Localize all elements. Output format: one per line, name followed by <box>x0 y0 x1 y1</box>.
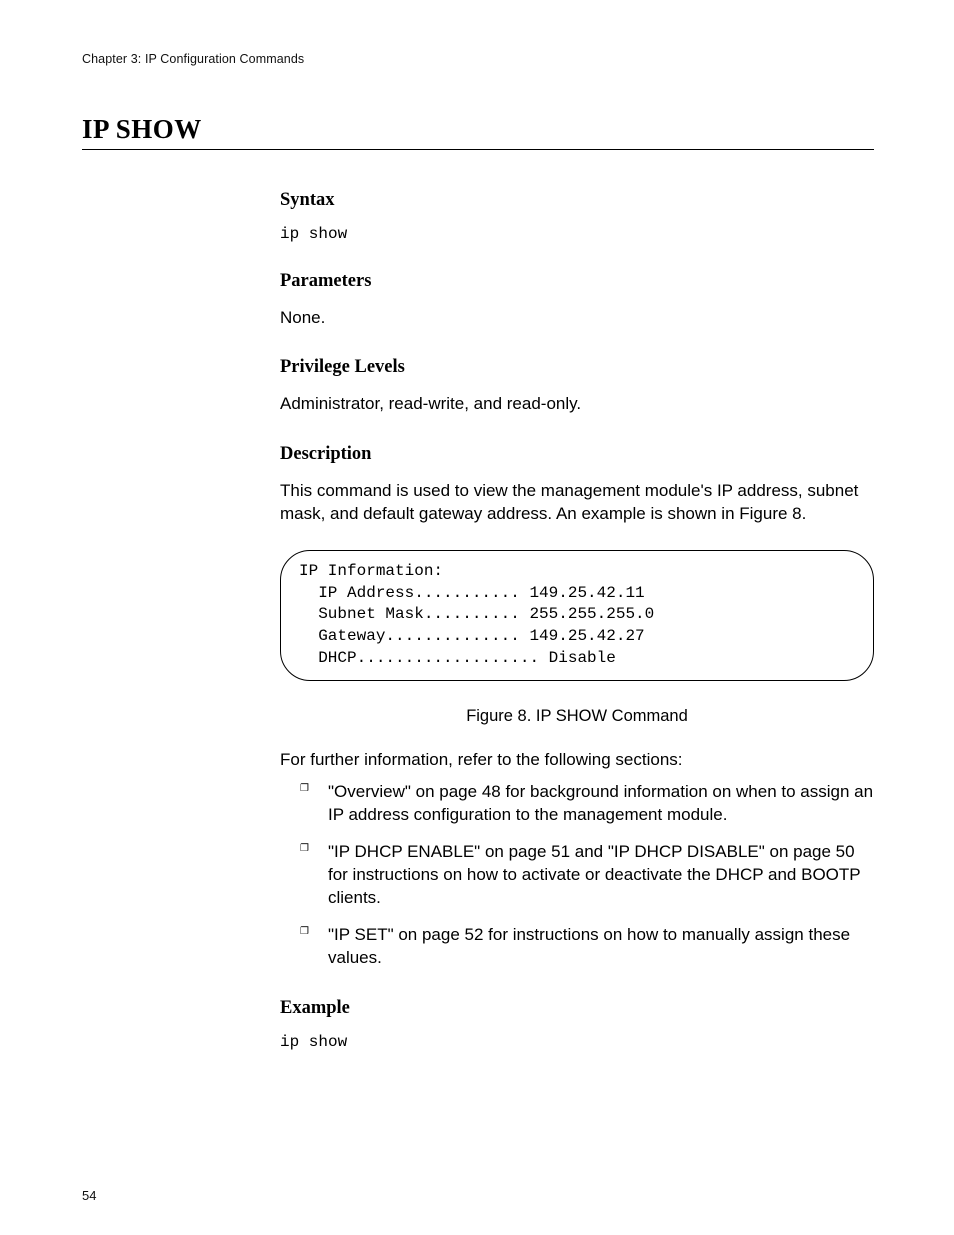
output-lines: IP Information: IP Address........... 14… <box>299 561 859 670</box>
command-title: IP SHOW <box>82 114 874 150</box>
privilege-heading: Privilege Levels <box>280 357 874 378</box>
bullets-list: "Overview" on page 48 for background inf… <box>306 781 874 970</box>
description-heading: Description <box>280 444 874 465</box>
parameters-text: None. <box>280 306 874 329</box>
description-intro: This command is used to view the managem… <box>280 479 874 526</box>
running-header: Chapter 3: IP Configuration Commands <box>82 52 874 66</box>
page: Chapter 3: IP Configuration Commands IP … <box>0 0 954 1235</box>
output-box: IP Information: IP Address........... 14… <box>280 550 874 681</box>
list-item: "Overview" on page 48 for background inf… <box>306 781 874 827</box>
figure-caption: Figure 8. IP SHOW Command <box>280 707 874 726</box>
privilege-text: Administrator, read-write, and read-only… <box>280 392 874 415</box>
parameters-heading: Parameters <box>280 271 874 292</box>
syntax-code: ip show <box>280 225 874 243</box>
list-item: "IP DHCP ENABLE" on page 51 and "IP DHCP… <box>306 841 874 910</box>
further-intro: For further information, refer to the fo… <box>280 748 874 771</box>
content-body: Syntax ip show Parameters None. Privileg… <box>280 190 874 1051</box>
list-item: "IP SET" on page 52 for instructions on … <box>306 924 874 970</box>
example-code: ip show <box>280 1033 874 1051</box>
example-heading: Example <box>280 998 874 1019</box>
syntax-heading: Syntax <box>280 190 874 211</box>
page-number: 54 <box>82 1188 96 1203</box>
